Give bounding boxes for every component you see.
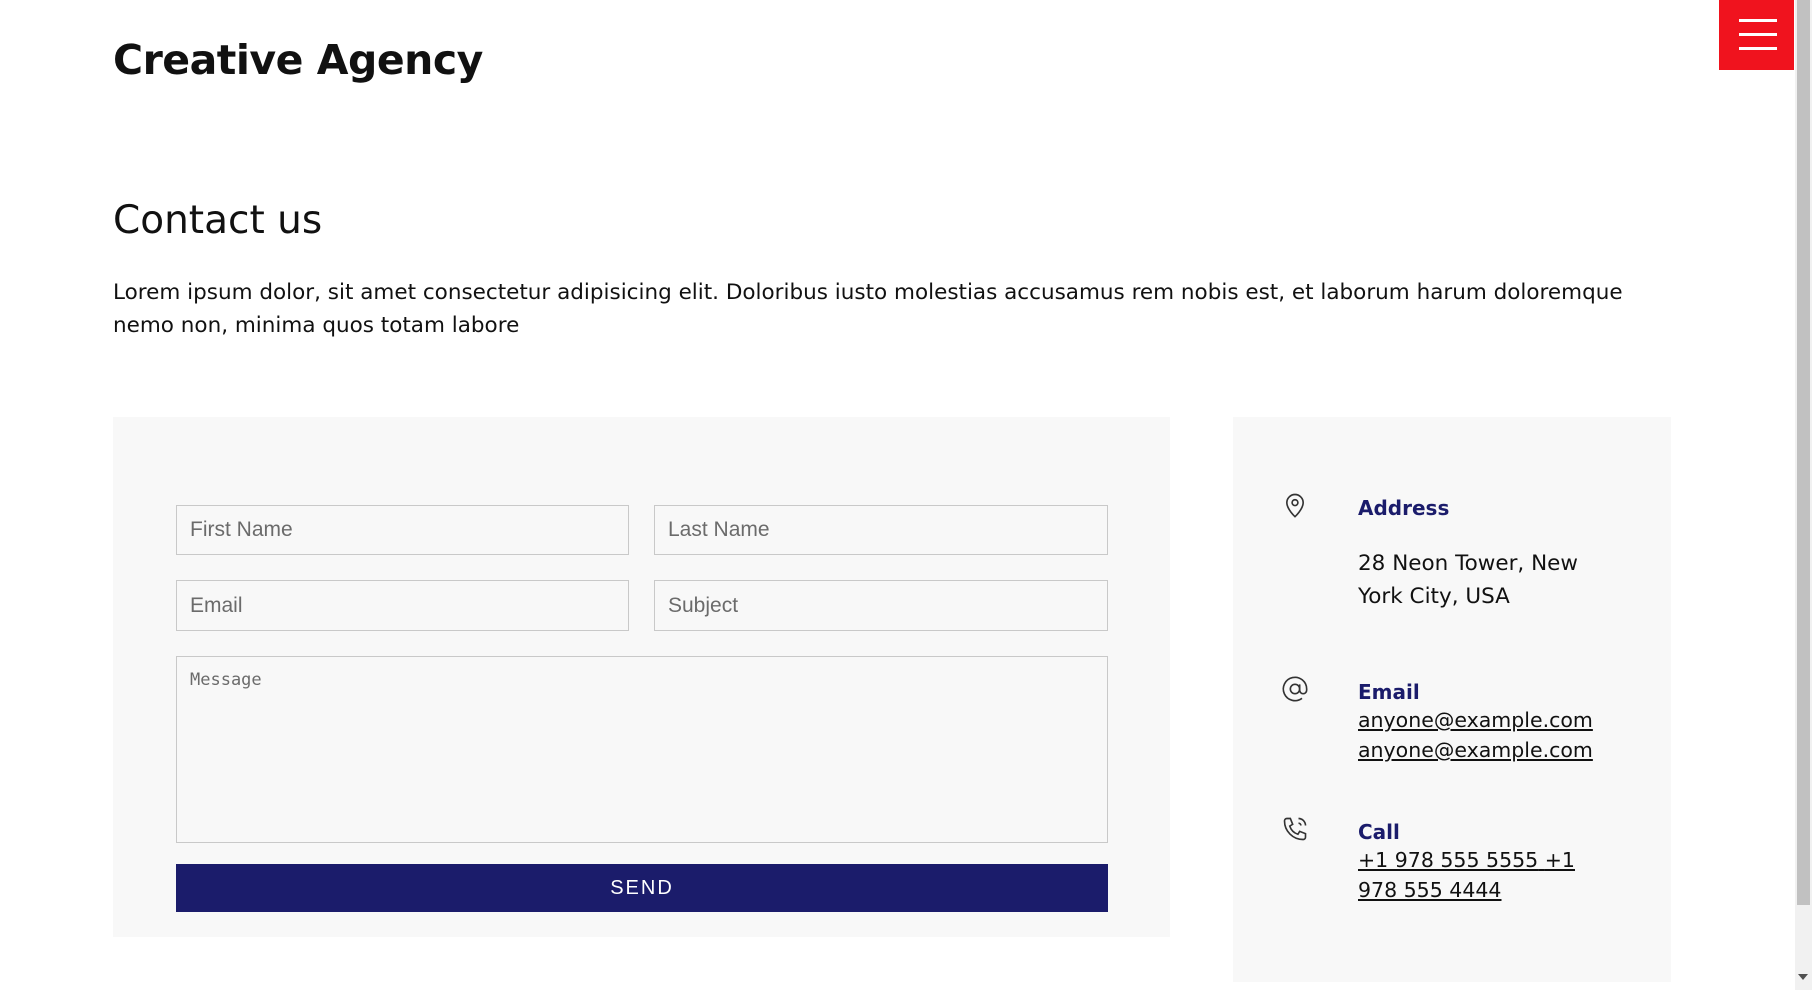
- hamburger-menu-icon-bar: [1739, 33, 1777, 36]
- address-heading: Address: [1358, 496, 1450, 520]
- phone-links: +1 978 555 5555 +1 978 555 4444: [1358, 845, 1608, 905]
- scrollbar-thumb[interactable]: [1797, 0, 1810, 905]
- hamburger-menu-icon: [1739, 19, 1777, 22]
- last-name-input[interactable]: [654, 505, 1108, 555]
- menu-button[interactable]: [1719, 0, 1794, 70]
- email-input[interactable]: [176, 580, 629, 631]
- subject-input[interactable]: [654, 580, 1108, 631]
- hamburger-menu-icon-bar: [1739, 47, 1777, 50]
- scroll-down-arrow-icon[interactable]: [1798, 974, 1808, 980]
- brand-logo-text[interactable]: Creative Agency: [113, 36, 483, 84]
- address-text: 28 Neon Tower, New York City, USA: [1358, 551, 1578, 609]
- phone-link[interactable]: +1 978 555 5555: [1358, 848, 1538, 872]
- phone-call-icon: [1283, 817, 1307, 841]
- send-button[interactable]: SEND: [176, 864, 1108, 912]
- intro-paragraph: Lorem ipsum dolor, sit amet consectetur …: [113, 280, 1623, 338]
- email-link[interactable]: anyone@example.com: [1358, 738, 1593, 762]
- message-textarea[interactable]: [176, 656, 1108, 843]
- at-sign-icon: [1282, 676, 1308, 702]
- email-link[interactable]: anyone@example.com: [1358, 708, 1593, 732]
- email-heading: Email: [1358, 680, 1420, 704]
- first-name-input[interactable]: [176, 505, 629, 555]
- page-title: Contact us: [113, 198, 323, 243]
- call-heading: Call: [1358, 820, 1400, 844]
- map-pin-icon: [1286, 493, 1304, 518]
